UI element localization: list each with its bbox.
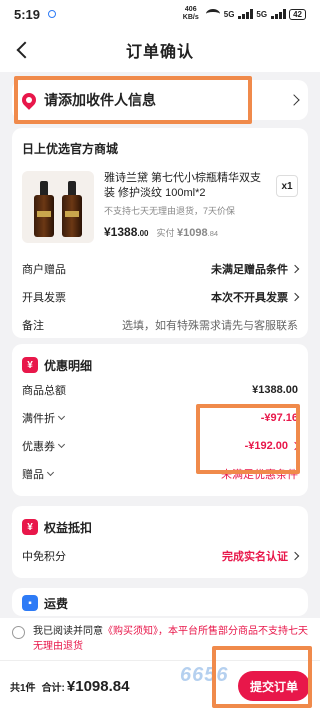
chevron-right-icon (290, 441, 300, 451)
chevron-down-icon (46, 468, 55, 477)
status-time: 5:19 (14, 6, 41, 22)
truck-icon: ▪ (22, 595, 38, 611)
signal-label-2: 5G (256, 9, 268, 19)
status-indicators: 406 KB/s 5G 5G 42 (180, 6, 306, 22)
agree-checkbox[interactable] (12, 626, 25, 639)
product-image (22, 171, 94, 243)
chevron-down-icon (57, 440, 66, 449)
bulk-discount-row[interactable]: 满件折 -¥97.16 (22, 404, 298, 432)
checkout-bar: 共1件 合计: ¥1098.84 提交订单 (0, 660, 320, 711)
notification-icon (48, 10, 57, 18)
location-pin-icon (19, 90, 39, 110)
total-label: 合计: (41, 682, 65, 694)
shop-card: 日上优选官方商城 雅诗兰黛 第七代小棕瓶精华双支装 修护淡纹 100ml*2 不… (12, 128, 308, 338)
status-bar: 5:19 406 KB/s 5G 5G 42 (0, 0, 320, 28)
network-speed: 406 KB/s (182, 6, 199, 21)
product-price: ¥1388.00 (104, 225, 149, 239)
quantity-badge: x1 (276, 175, 298, 197)
chevron-right-icon (290, 551, 300, 561)
subtotal-row: 商品总额 ¥1388.00 (22, 384, 298, 397)
battery-icon: 42 (289, 8, 306, 20)
agreement-bar: 我已阅读并同意《购买须知》，本平台所售部分商品不支持七天无理由退货 (0, 618, 320, 660)
address-label: 请添加收件人信息 (44, 92, 156, 108)
shipping-title: 运费 (44, 596, 69, 611)
back-icon[interactable] (12, 38, 36, 62)
yuan-icon: ¥ (22, 357, 38, 373)
remark-row[interactable]: 备注 选填，如有特殊需求请先与客服联系 (22, 311, 298, 339)
signal-icon-2 (271, 9, 286, 19)
address-card[interactable]: 请添加收件人信息 (12, 80, 308, 120)
coupon-row[interactable]: 优惠券 -¥192.00 (22, 432, 300, 460)
product-title: 雅诗兰黛 第七代小棕瓶精华双支装 修护淡纹 100ml*2 (104, 172, 262, 199)
terms-link[interactable]: 《购买须知》 (103, 626, 158, 637)
chevron-right-icon (290, 292, 300, 302)
rights-title: 权益抵扣 (44, 520, 93, 535)
invoice-row[interactable]: 开具发票 本次不开具发票 (22, 283, 300, 311)
shop-name: 日上优选官方商城 (22, 142, 119, 156)
watermark-logo: 6656 (180, 664, 229, 686)
total-value: ¥1098.84 (66, 677, 130, 695)
chevron-down-icon (57, 412, 66, 421)
signal-icon (238, 9, 253, 19)
shipping-card: ▪ 运费 (12, 588, 308, 616)
product-note: 不支持七天无理由退货，7天价保 (104, 206, 236, 216)
rights-icon: ¥ (22, 519, 38, 535)
wifi-icon (205, 9, 220, 19)
page-title: 订单确认 (125, 44, 194, 61)
agreement-text: 我已阅读并同意《购买须知》，本平台所售部分商品不支持七天无理由退货 (33, 626, 308, 652)
product-item[interactable]: 雅诗兰黛 第七代小棕瓶精华双支装 修护淡纹 100ml*2 不支持七天无理由退货… (22, 171, 298, 243)
product-real-price: 实付 ¥1098.84 (156, 227, 219, 239)
item-count: 共1件 (10, 682, 36, 694)
points-row[interactable]: 中免积分 完成实名认证 (22, 542, 300, 570)
discount-card: ¥ 优惠明细 商品总额 ¥1388.00 满件折 -¥97.16 优惠券 -¥1… (12, 344, 308, 496)
rights-card: ¥ 权益抵扣 中免积分 完成实名认证 (12, 506, 308, 578)
gift-discount-row[interactable]: 赠品 未满足优惠条件 (22, 460, 298, 488)
chevron-right-icon (288, 94, 300, 106)
nav-bar: 订单确认 (0, 28, 320, 72)
submit-order-button[interactable]: 提交订单 (238, 671, 310, 701)
chevron-right-icon (290, 264, 300, 274)
gift-row[interactable]: 商户赠品 未满足赠品条件 (22, 255, 300, 283)
discount-title: 优惠明细 (44, 358, 93, 373)
remark-input[interactable]: 选填，如有特殊需求请先与客服联系 (122, 317, 298, 333)
signal-label-1: 5G (223, 9, 235, 19)
